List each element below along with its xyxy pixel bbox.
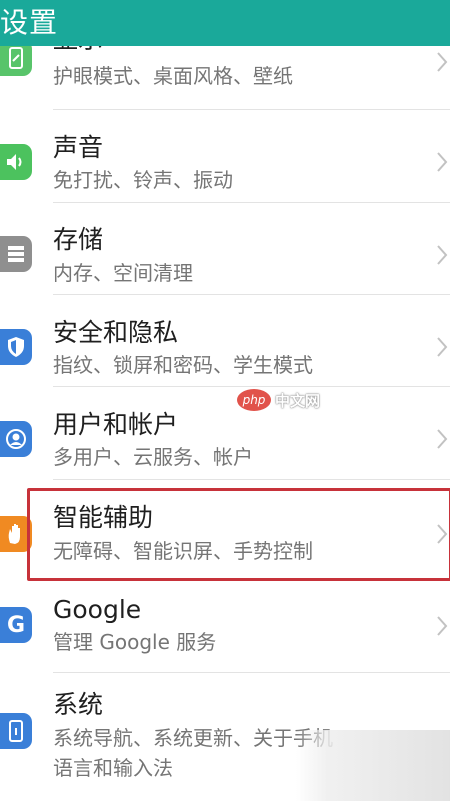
watermark-text: 中文网 (275, 391, 321, 410)
phone-icon (0, 713, 32, 749)
google-icon: G (0, 607, 32, 643)
settings-item-title: 声音 (53, 133, 104, 162)
shield-icon (0, 329, 32, 365)
chevron-right-icon (437, 337, 448, 357)
settings-item-security[interactable]: 安全和隐私 指纹、锁屏和密码、学生模式 (0, 295, 450, 387)
chevron-right-icon (437, 245, 448, 265)
settings-item-subtitle: 免打扰、铃声、振动 (53, 168, 233, 192)
blur-overlay (296, 730, 450, 801)
speaker-icon (0, 144, 32, 180)
chevron-right-icon (437, 52, 448, 72)
settings-item-subtitle: 内存、空间清理 (53, 261, 193, 285)
settings-item-title: Google (53, 595, 142, 624)
settings-item-title: 显示 (53, 46, 103, 56)
settings-item-title: 系统 (53, 690, 104, 719)
settings-item-users[interactable]: 用户和帐户 多用户、云服务、帐户 (0, 387, 450, 480)
settings-list[interactable]: 显示 护眼模式、桌面风格、壁纸 声音 免打扰、铃声、振动 存储 内存、空间清理 … (0, 46, 450, 801)
chevron-right-icon (437, 429, 448, 449)
hand-icon (0, 516, 32, 552)
app-bar: 设置 (0, 0, 450, 46)
chevron-right-icon (437, 152, 448, 172)
display-icon (0, 46, 32, 76)
settings-item-storage[interactable]: 存储 内存、空间清理 (0, 203, 450, 295)
user-icon (0, 421, 32, 457)
settings-item-subtitle: 护眼模式、桌面风格、壁纸 (53, 64, 293, 88)
settings-item-smart-assist[interactable]: 智能辅助 无障碍、智能识屏、手势控制 (0, 480, 450, 582)
watermark-logo: php (237, 389, 271, 411)
chevron-right-icon (437, 524, 448, 544)
settings-item-subtitle: 多用户、云服务、帐户 (53, 445, 253, 469)
settings-item-title: 存储 (53, 225, 104, 254)
settings-item-subtitle: 无障碍、智能识屏、手势控制 (53, 539, 313, 563)
settings-item-subtitle: 管理 Google 服务 (53, 630, 217, 654)
chevron-right-icon (437, 616, 448, 636)
page-title: 设置 (0, 6, 59, 39)
settings-item-google[interactable]: G Google 管理 Google 服务 (0, 582, 450, 673)
storage-icon (0, 236, 32, 272)
settings-item-subtitle: 系统导航、系统更新、关于手机 (53, 726, 333, 750)
settings-item-title: 安全和隐私 (53, 318, 179, 347)
settings-item-subtitle-line2: 语言和输入法 (53, 756, 173, 780)
settings-item-subtitle: 指纹、锁屏和密码、学生模式 (53, 353, 313, 377)
settings-item-sound[interactable]: 声音 免打扰、铃声、振动 (0, 110, 450, 203)
watermark: php 中文网 (237, 389, 320, 411)
settings-item-title: 用户和帐户 (53, 410, 179, 439)
settings-item-display[interactable]: 显示 护眼模式、桌面风格、壁纸 (0, 46, 450, 110)
settings-item-title: 智能辅助 (53, 503, 154, 532)
